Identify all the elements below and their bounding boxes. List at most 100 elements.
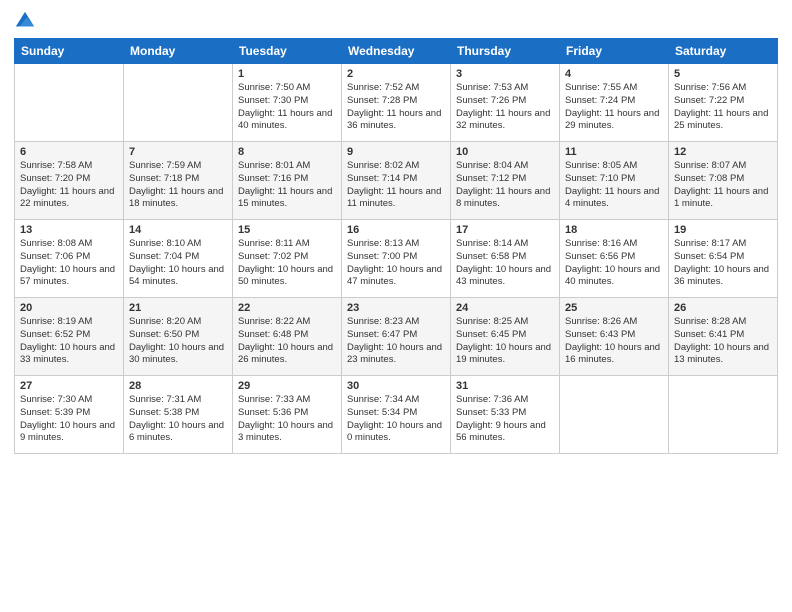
day-cell [124, 64, 233, 142]
day-number: 11 [565, 146, 663, 158]
day-info: Sunrise: 7:55 AMSunset: 7:24 PMDaylight:… [565, 82, 663, 133]
day-cell: 14 Sunrise: 8:10 AMSunset: 7:04 PMDaylig… [124, 220, 233, 298]
day-number: 16 [347, 224, 445, 236]
day-cell: 17 Sunrise: 8:14 AMSunset: 6:58 PMDaylig… [451, 220, 560, 298]
week-row-4: 20 Sunrise: 8:19 AMSunset: 6:52 PMDaylig… [15, 298, 778, 376]
column-header-wednesday: Wednesday [342, 39, 451, 64]
column-header-saturday: Saturday [669, 39, 778, 64]
day-cell: 11 Sunrise: 8:05 AMSunset: 7:10 PMDaylig… [560, 142, 669, 220]
day-info: Sunrise: 7:30 AMSunset: 5:39 PMDaylight:… [20, 394, 118, 445]
day-number: 29 [238, 380, 336, 392]
day-info: Sunrise: 8:04 AMSunset: 7:12 PMDaylight:… [456, 160, 554, 211]
header [14, 10, 778, 32]
day-number: 24 [456, 302, 554, 314]
day-number: 4 [565, 68, 663, 80]
day-cell: 30 Sunrise: 7:34 AMSunset: 5:34 PMDaylig… [342, 376, 451, 454]
day-cell: 23 Sunrise: 8:23 AMSunset: 6:47 PMDaylig… [342, 298, 451, 376]
day-number: 25 [565, 302, 663, 314]
column-header-tuesday: Tuesday [233, 39, 342, 64]
day-info: Sunrise: 8:14 AMSunset: 6:58 PMDaylight:… [456, 238, 554, 289]
week-row-1: 1 Sunrise: 7:50 AMSunset: 7:30 PMDayligh… [15, 64, 778, 142]
day-cell: 12 Sunrise: 8:07 AMSunset: 7:08 PMDaylig… [669, 142, 778, 220]
day-number: 28 [129, 380, 227, 392]
day-number: 18 [565, 224, 663, 236]
day-info: Sunrise: 8:01 AMSunset: 7:16 PMDaylight:… [238, 160, 336, 211]
day-cell: 8 Sunrise: 8:01 AMSunset: 7:16 PMDayligh… [233, 142, 342, 220]
day-info: Sunrise: 8:16 AMSunset: 6:56 PMDaylight:… [565, 238, 663, 289]
calendar-header-row: SundayMondayTuesdayWednesdayThursdayFrid… [15, 39, 778, 64]
day-cell: 4 Sunrise: 7:55 AMSunset: 7:24 PMDayligh… [560, 64, 669, 142]
day-info: Sunrise: 8:08 AMSunset: 7:06 PMDaylight:… [20, 238, 118, 289]
day-cell: 6 Sunrise: 7:58 AMSunset: 7:20 PMDayligh… [15, 142, 124, 220]
day-info: Sunrise: 7:36 AMSunset: 5:33 PMDaylight:… [456, 394, 554, 445]
day-cell: 28 Sunrise: 7:31 AMSunset: 5:38 PMDaylig… [124, 376, 233, 454]
week-row-3: 13 Sunrise: 8:08 AMSunset: 7:06 PMDaylig… [15, 220, 778, 298]
day-number: 17 [456, 224, 554, 236]
day-cell: 7 Sunrise: 7:59 AMSunset: 7:18 PMDayligh… [124, 142, 233, 220]
day-info: Sunrise: 7:53 AMSunset: 7:26 PMDaylight:… [456, 82, 554, 133]
day-info: Sunrise: 8:17 AMSunset: 6:54 PMDaylight:… [674, 238, 772, 289]
day-cell: 29 Sunrise: 7:33 AMSunset: 5:36 PMDaylig… [233, 376, 342, 454]
day-info: Sunrise: 7:34 AMSunset: 5:34 PMDaylight:… [347, 394, 445, 445]
day-cell [669, 376, 778, 454]
day-cell: 3 Sunrise: 7:53 AMSunset: 7:26 PMDayligh… [451, 64, 560, 142]
day-cell: 5 Sunrise: 7:56 AMSunset: 7:22 PMDayligh… [669, 64, 778, 142]
day-number: 3 [456, 68, 554, 80]
day-cell: 1 Sunrise: 7:50 AMSunset: 7:30 PMDayligh… [233, 64, 342, 142]
column-header-sunday: Sunday [15, 39, 124, 64]
day-number: 21 [129, 302, 227, 314]
page: SundayMondayTuesdayWednesdayThursdayFrid… [0, 0, 792, 612]
day-cell: 16 Sunrise: 8:13 AMSunset: 7:00 PMDaylig… [342, 220, 451, 298]
day-info: Sunrise: 8:23 AMSunset: 6:47 PMDaylight:… [347, 316, 445, 367]
day-number: 6 [20, 146, 118, 158]
day-info: Sunrise: 8:02 AMSunset: 7:14 PMDaylight:… [347, 160, 445, 211]
day-cell: 22 Sunrise: 8:22 AMSunset: 6:48 PMDaylig… [233, 298, 342, 376]
day-number: 12 [674, 146, 772, 158]
day-info: Sunrise: 7:59 AMSunset: 7:18 PMDaylight:… [129, 160, 227, 211]
day-info: Sunrise: 8:13 AMSunset: 7:00 PMDaylight:… [347, 238, 445, 289]
day-cell: 21 Sunrise: 8:20 AMSunset: 6:50 PMDaylig… [124, 298, 233, 376]
day-cell: 2 Sunrise: 7:52 AMSunset: 7:28 PMDayligh… [342, 64, 451, 142]
day-cell: 26 Sunrise: 8:28 AMSunset: 6:41 PMDaylig… [669, 298, 778, 376]
day-info: Sunrise: 7:33 AMSunset: 5:36 PMDaylight:… [238, 394, 336, 445]
day-info: Sunrise: 8:25 AMSunset: 6:45 PMDaylight:… [456, 316, 554, 367]
week-row-2: 6 Sunrise: 7:58 AMSunset: 7:20 PMDayligh… [15, 142, 778, 220]
day-cell [15, 64, 124, 142]
day-info: Sunrise: 7:56 AMSunset: 7:22 PMDaylight:… [674, 82, 772, 133]
day-cell: 24 Sunrise: 8:25 AMSunset: 6:45 PMDaylig… [451, 298, 560, 376]
day-info: Sunrise: 8:11 AMSunset: 7:02 PMDaylight:… [238, 238, 336, 289]
day-info: Sunrise: 8:19 AMSunset: 6:52 PMDaylight:… [20, 316, 118, 367]
column-header-monday: Monday [124, 39, 233, 64]
day-cell: 13 Sunrise: 8:08 AMSunset: 7:06 PMDaylig… [15, 220, 124, 298]
day-number: 20 [20, 302, 118, 314]
column-header-thursday: Thursday [451, 39, 560, 64]
day-info: Sunrise: 7:50 AMSunset: 7:30 PMDaylight:… [238, 82, 336, 133]
calendar-table: SundayMondayTuesdayWednesdayThursdayFrid… [14, 38, 778, 454]
day-cell: 25 Sunrise: 8:26 AMSunset: 6:43 PMDaylig… [560, 298, 669, 376]
day-cell: 10 Sunrise: 8:04 AMSunset: 7:12 PMDaylig… [451, 142, 560, 220]
day-number: 31 [456, 380, 554, 392]
week-row-5: 27 Sunrise: 7:30 AMSunset: 5:39 PMDaylig… [15, 376, 778, 454]
day-info: Sunrise: 7:58 AMSunset: 7:20 PMDaylight:… [20, 160, 118, 211]
day-info: Sunrise: 8:22 AMSunset: 6:48 PMDaylight:… [238, 316, 336, 367]
day-number: 8 [238, 146, 336, 158]
day-info: Sunrise: 8:28 AMSunset: 6:41 PMDaylight:… [674, 316, 772, 367]
day-number: 26 [674, 302, 772, 314]
day-cell: 20 Sunrise: 8:19 AMSunset: 6:52 PMDaylig… [15, 298, 124, 376]
logo [14, 10, 38, 32]
day-number: 2 [347, 68, 445, 80]
day-number: 5 [674, 68, 772, 80]
day-cell: 19 Sunrise: 8:17 AMSunset: 6:54 PMDaylig… [669, 220, 778, 298]
day-number: 7 [129, 146, 227, 158]
column-header-friday: Friday [560, 39, 669, 64]
day-number: 23 [347, 302, 445, 314]
day-number: 14 [129, 224, 227, 236]
day-cell [560, 376, 669, 454]
day-number: 30 [347, 380, 445, 392]
day-info: Sunrise: 8:10 AMSunset: 7:04 PMDaylight:… [129, 238, 227, 289]
day-info: Sunrise: 8:26 AMSunset: 6:43 PMDaylight:… [565, 316, 663, 367]
day-cell: 27 Sunrise: 7:30 AMSunset: 5:39 PMDaylig… [15, 376, 124, 454]
day-number: 22 [238, 302, 336, 314]
day-info: Sunrise: 7:52 AMSunset: 7:28 PMDaylight:… [347, 82, 445, 133]
day-info: Sunrise: 8:20 AMSunset: 6:50 PMDaylight:… [129, 316, 227, 367]
